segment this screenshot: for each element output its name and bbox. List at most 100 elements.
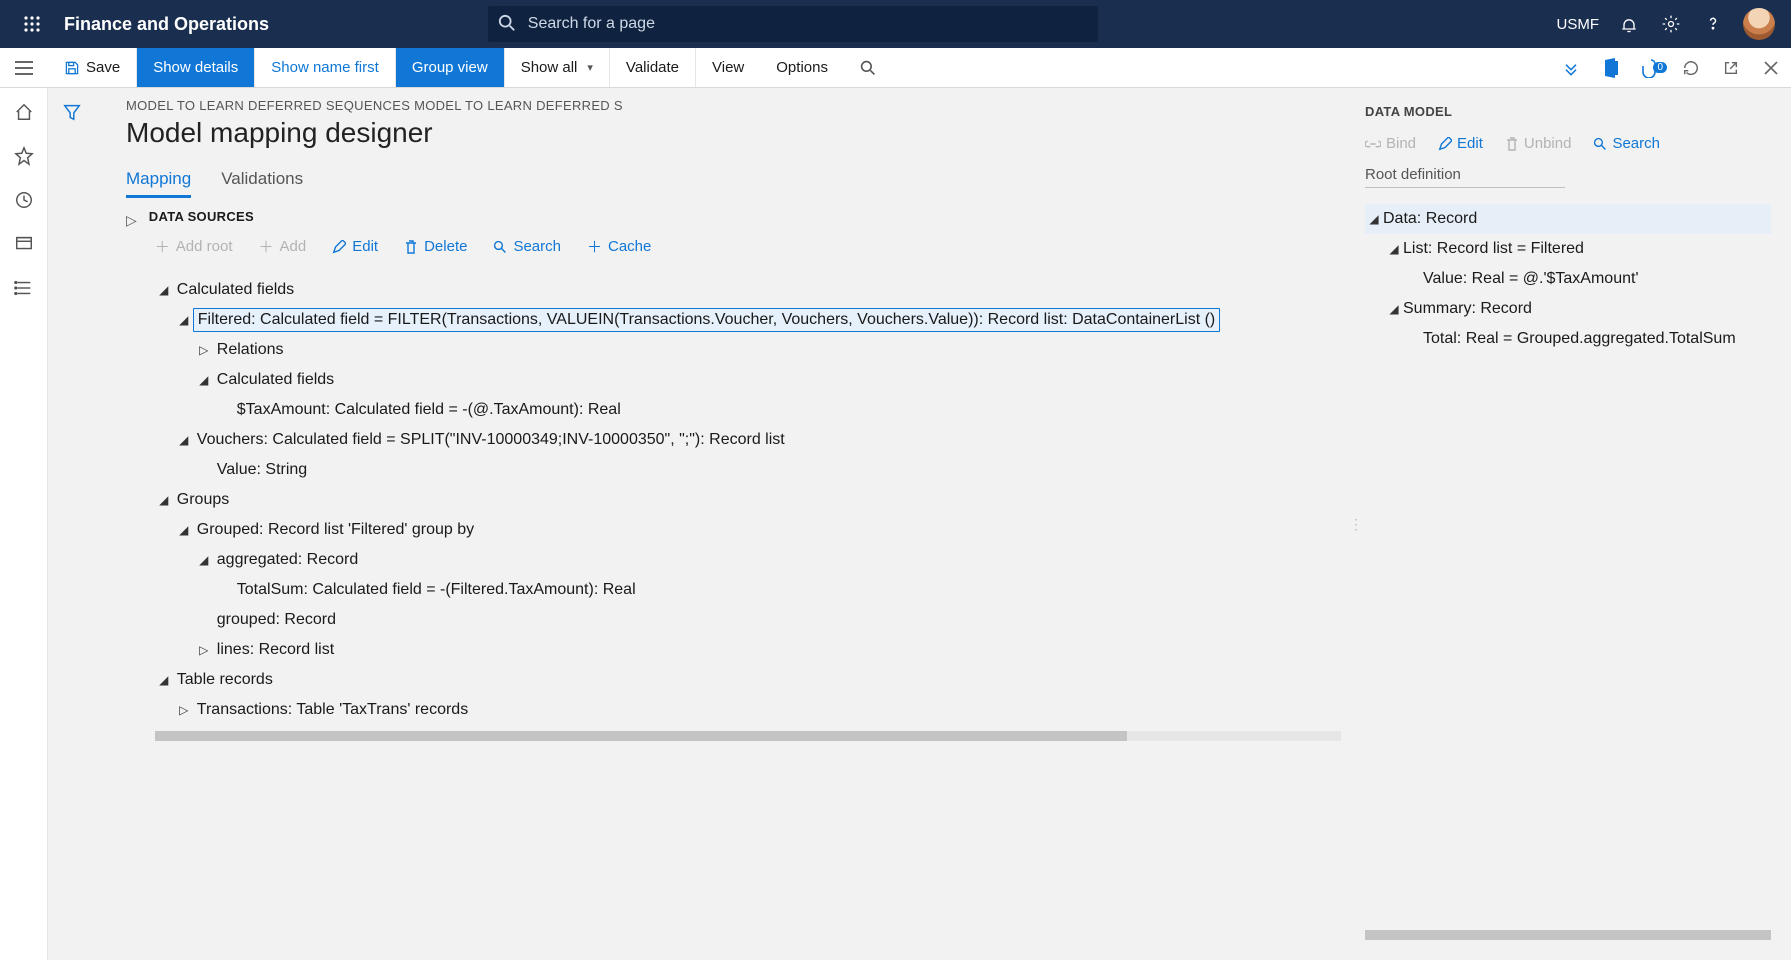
expander-icon[interactable]: ▷ [195, 643, 213, 657]
close-icon[interactable] [1751, 60, 1791, 76]
dm-node-value[interactable]: ▷ Value: Real = @.'$TaxAmount' [1365, 264, 1771, 294]
edit-icon [332, 240, 346, 254]
expander-icon[interactable]: ◢ [175, 523, 193, 537]
app-launcher-icon[interactable] [8, 0, 56, 48]
link-icon[interactable] [1551, 59, 1591, 77]
unbind-button[interactable]: Unbind [1505, 135, 1572, 152]
attachments-icon[interactable]: 0 [1631, 58, 1671, 78]
tree-node-relations[interactable]: ▷ Relations [155, 335, 1341, 365]
modules-icon[interactable] [12, 276, 36, 300]
add-label: Add [280, 238, 307, 255]
expander-icon[interactable]: ◢ [155, 493, 173, 507]
titlebar: Finance and Operations USMF [0, 0, 1791, 48]
plus-icon: ＋ [259, 236, 274, 257]
expander-icon[interactable]: ◢ [155, 283, 173, 297]
delete-label: Delete [424, 238, 467, 255]
tree-node-total-sum[interactable]: ▷ TotalSum: Calculated field = -(Filtere… [155, 575, 1341, 605]
expander-icon[interactable]: ◢ [195, 553, 213, 567]
validate-label: Validate [626, 59, 679, 76]
dm-node-summary[interactable]: ◢ Summary: Record [1365, 294, 1771, 324]
add-button[interactable]: ＋ Add [259, 236, 307, 257]
office-icon[interactable] [1591, 58, 1631, 78]
data-sources-heading: DATA SOURCES [149, 209, 1351, 224]
expander-icon[interactable]: ▷ [175, 703, 193, 717]
tree-node-lines[interactable]: ▷ lines: Record list [155, 635, 1341, 665]
scrollbar-thumb[interactable] [1365, 930, 1771, 940]
user-avatar[interactable] [1743, 8, 1775, 40]
expander-icon[interactable]: ▷ [195, 343, 213, 357]
tree-node-aggregated[interactable]: ◢ aggregated: Record [155, 545, 1341, 575]
cache-label: Cache [608, 238, 651, 255]
tree-node-grouped[interactable]: ◢ Grouped: Record list 'Filtered' group … [155, 515, 1341, 545]
view-label: View [712, 59, 744, 76]
data-model-tree: ◢ Data: Record ◢ List: Record list = Fil… [1365, 204, 1771, 354]
recent-icon[interactable] [12, 188, 36, 212]
search-dm-button[interactable]: Search [1593, 135, 1660, 152]
show-name-first-button[interactable]: Show name first [255, 48, 396, 87]
scrollbar-thumb[interactable] [155, 731, 1128, 741]
show-details-button[interactable]: Show details [137, 48, 255, 87]
expander-icon[interactable]: ◢ [195, 373, 213, 387]
tree-node-filtered[interactable]: ◢ Filtered: Calculated field = FILTER(Tr… [155, 305, 1341, 335]
tree-node-calculated-fields[interactable]: ◢ Calculated fields [155, 275, 1341, 305]
tree-node-tax-amount[interactable]: ▷ $TaxAmount: Calculated field = -(@.Tax… [155, 395, 1341, 425]
tab-validations[interactable]: Validations [221, 169, 303, 198]
home-icon[interactable] [12, 100, 36, 124]
global-search [488, 6, 1098, 42]
tree-node-calculated-fields-sub[interactable]: ◢ Calculated fields [155, 365, 1341, 395]
save-button[interactable]: Save [48, 48, 137, 87]
tree-node-vouchers[interactable]: ◢ Vouchers: Calculated field = SPLIT("IN… [155, 425, 1341, 455]
search-button[interactable]: Search [493, 238, 561, 255]
bell-icon[interactable] [1617, 12, 1641, 36]
side-rail [0, 88, 48, 960]
options-button[interactable]: Options [760, 48, 844, 87]
tree-node-transactions[interactable]: ▷ Transactions: Table 'TaxTrans' records [155, 695, 1341, 725]
company-code[interactable]: USMF [1556, 16, 1599, 33]
left-panel: MODEL TO LEARN DEFERRED SEQUENCES MODEL … [96, 88, 1351, 960]
unbind-label: Unbind [1524, 135, 1572, 152]
search-action-icon[interactable] [844, 48, 892, 87]
expander-icon[interactable]: ◢ [1365, 212, 1383, 226]
expander-icon[interactable]: ◢ [175, 313, 193, 327]
delete-button[interactable]: Delete [404, 238, 467, 255]
expander-icon[interactable]: ◢ [1385, 242, 1403, 256]
validate-button[interactable]: Validate [610, 48, 696, 87]
show-all-dropdown[interactable]: Show all ▾ [505, 48, 610, 87]
save-icon [64, 60, 80, 76]
bind-button[interactable]: Bind [1365, 135, 1416, 152]
dm-node-total[interactable]: ▷ Total: Real = Grouped.aggregated.Total… [1365, 324, 1771, 354]
nav-toggle-icon[interactable] [0, 48, 48, 87]
expander-icon[interactable]: ◢ [1385, 302, 1403, 316]
edit-button[interactable]: Edit [332, 238, 378, 255]
dm-node-list[interactable]: ◢ List: Record list = Filtered [1365, 234, 1771, 264]
main-area: MODEL TO LEARN DEFERRED SEQUENCES MODEL … [96, 88, 1791, 960]
refresh-icon[interactable] [1671, 59, 1711, 77]
workspace-icon[interactable] [12, 232, 36, 256]
plus-icon: ＋ [155, 236, 170, 257]
popout-icon[interactable] [1711, 60, 1751, 76]
dm-node-data[interactable]: ◢ Data: Record [1365, 204, 1771, 234]
horizontal-scrollbar[interactable] [155, 731, 1341, 741]
add-root-button[interactable]: ＋ Add root [155, 236, 233, 257]
help-icon[interactable] [1701, 12, 1725, 36]
filter-icon[interactable] [62, 102, 82, 122]
cache-button[interactable]: ＋ Cache [587, 236, 651, 257]
group-view-button[interactable]: Group view [396, 48, 505, 87]
tree-node-grouped-record[interactable]: ▷ grouped: Record [155, 605, 1341, 635]
show-details-label: Show details [153, 59, 238, 76]
tree-node-vouchers-value[interactable]: ▷ Value: String [155, 455, 1341, 485]
star-icon[interactable] [12, 144, 36, 168]
expander-icon[interactable]: ◢ [155, 673, 173, 687]
tree-node-groups[interactable]: ◢ Groups [155, 485, 1341, 515]
gear-icon[interactable] [1659, 12, 1683, 36]
tree-node-table-records[interactable]: ◢ Table records [155, 665, 1341, 695]
view-button[interactable]: View [696, 48, 760, 87]
edit-dm-button[interactable]: Edit [1438, 135, 1483, 152]
collapse-caret-icon[interactable]: ▷ [126, 212, 137, 229]
expander-icon[interactable]: ◢ [175, 433, 193, 447]
data-model-toolbar: Bind Edit Unbind Search [1365, 135, 1771, 152]
global-search-input[interactable] [488, 6, 1098, 42]
dm-horizontal-scrollbar[interactable] [1365, 930, 1771, 940]
splitter-handle[interactable]: ⋮ [1351, 88, 1361, 960]
tab-mapping[interactable]: Mapping [126, 169, 191, 198]
